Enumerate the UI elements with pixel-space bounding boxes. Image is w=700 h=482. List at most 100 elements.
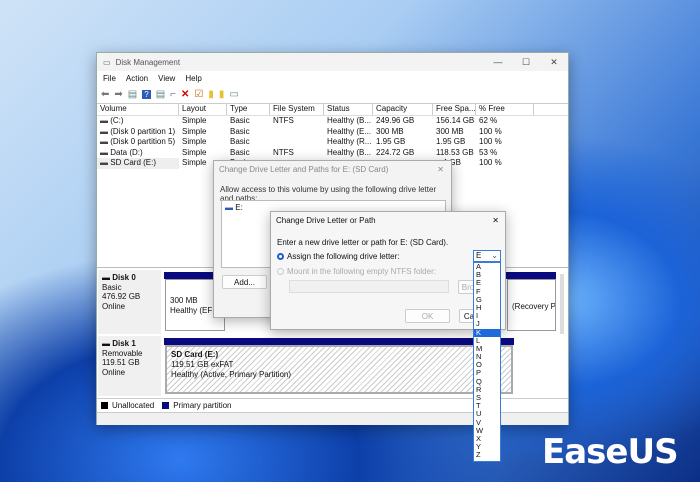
disk-0-label[interactable]: ▬ Disk 0 Basic 476.92 GB Online [98, 270, 161, 334]
close-button[interactable]: ✕ [540, 57, 568, 68]
table-cell: Simple [182, 126, 207, 136]
chevron-down-icon: ⌄ [491, 251, 498, 260]
volume-icon: ▬ [100, 126, 111, 136]
search-folder-icon[interactable]: ▮ [219, 89, 225, 100]
unallocated-swatch [101, 402, 108, 409]
close-icon[interactable]: ✕ [437, 161, 444, 179]
partition-status: (Recovery Pa [512, 302, 556, 311]
table-cell: ▬ (Disk 0 partition 5) [100, 137, 176, 146]
disk-type: Removable [102, 348, 143, 358]
easeus-logo: EaseUS [542, 432, 679, 472]
disk-state: Online [102, 301, 126, 311]
check-icon[interactable]: ☑ [194, 89, 203, 100]
table-cell: 53 % [479, 147, 498, 157]
close-icon[interactable]: ✕ [492, 212, 499, 230]
volume-icon: ▬ [100, 137, 111, 146]
properties-icon[interactable]: ▤ [156, 89, 165, 100]
disk-size: 476.92 GB [102, 292, 141, 301]
table-cell: Healthy (B... [327, 147, 372, 157]
maximize-button[interactable]: ☐ [512, 57, 540, 68]
forward-icon[interactable]: ➡ [114, 89, 122, 100]
table-cell: Healthy (B... [327, 116, 372, 125]
add-button[interactable]: Add... [222, 275, 267, 289]
table-cell [270, 137, 324, 148]
dialog-prompt: Enter a new drive letter or path for E: … [277, 238, 449, 247]
table-cell: Basic [230, 126, 250, 136]
table-cell: 1.95 GB [376, 137, 406, 146]
table-row[interactable]: ▬ (Disk 0 partition 5) Simple Basic Healthy… [97, 137, 568, 148]
primary-swatch [162, 402, 170, 409]
table-cell: Simple [182, 147, 207, 157]
console-tree-icon[interactable]: ▤ [128, 89, 137, 100]
disk-icon: ▭ [103, 57, 111, 67]
table-cell: 300 MB [436, 126, 464, 136]
minimize-button[interactable]: — [484, 57, 512, 68]
volume-table-header: Volume Layout Type File System Status Ca… [97, 104, 568, 116]
table-cell: ▬ (Disk 0 partition 1) [100, 126, 176, 136]
table-cell: 249.96 GB [376, 116, 415, 125]
new-folder-icon[interactable]: ▮ [208, 89, 214, 100]
dialog-title-bar: Change Drive Letter and Paths for E: (SD… [214, 161, 451, 179]
radio-unselected[interactable] [277, 268, 284, 275]
table-cell: 118.53 GB [436, 147, 474, 157]
change-drive-letter-dialog: Change Drive Letter or Path ✕ Enter a ne… [270, 211, 506, 330]
legend-primary: Primary partition [173, 401, 232, 410]
sd-card-partition[interactable]: SD Card (E:) 119.51 GB exFAT Healthy (Ac… [165, 345, 513, 394]
scrollbar[interactable] [560, 274, 564, 334]
disk-0-recovery-partition[interactable]: (Recovery Pa [507, 279, 556, 331]
title-bar: ▭ Disk Management — ☐ ✕ [97, 53, 568, 71]
col-free-space[interactable]: Free Spa... [433, 104, 476, 115]
disk-1-label[interactable]: ▬ Disk 1 Removable 119.51 GB Online [98, 336, 161, 396]
radio-selected[interactable] [277, 253, 284, 260]
back-icon[interactable]: ⬅ [101, 89, 109, 100]
col-capacity[interactable]: Capacity [373, 104, 433, 115]
col-status[interactable]: Status [324, 104, 373, 115]
table-cell: 224.72 GB [376, 147, 415, 157]
path-item[interactable]: E: [235, 203, 243, 212]
table-cell: 100 % [479, 158, 502, 167]
col-file-system[interactable]: File System [270, 104, 324, 115]
disk-state: Online [102, 367, 126, 377]
ok-button[interactable]: OK [405, 309, 450, 323]
menu-help[interactable]: Help [185, 74, 201, 83]
dropdown-option[interactable]: Z [474, 451, 500, 459]
volume-icon: ▬ [100, 158, 111, 167]
col-type[interactable]: Type [227, 104, 270, 115]
help-icon[interactable]: ? [142, 89, 151, 99]
table-cell: Simple [182, 116, 207, 125]
menu-file[interactable]: File [103, 74, 116, 83]
table-cell: Basic [230, 137, 250, 146]
table-cell: NTFS [273, 147, 294, 157]
table-cell: Basic [230, 116, 250, 125]
list-icon[interactable]: ▭ [229, 89, 238, 100]
drive-letter-select[interactable]: E ⌄ [473, 250, 501, 262]
folder-path-input[interactable] [289, 280, 449, 293]
table-row[interactable]: ▬ (Disk 0 partition 1) Simple Basic Healthy… [97, 127, 568, 138]
col-layout[interactable]: Layout [179, 104, 227, 115]
assign-letter-option[interactable]: Assign the following drive letter: [277, 252, 400, 261]
window-title: Disk Management [115, 57, 181, 67]
disk-name: Disk 1 [112, 339, 136, 348]
table-cell: ▬ SD Card (E:) [97, 158, 179, 169]
table-cell: Healthy (E... [327, 126, 372, 136]
dialog-title-bar: Change Drive Letter or Path ✕ [271, 212, 505, 230]
col-percent-free[interactable]: % Free [476, 104, 534, 115]
menu-action[interactable]: Action [126, 74, 148, 83]
menu-view[interactable]: View [158, 74, 175, 83]
table-cell: ▬ (C:) [100, 116, 124, 125]
table-cell: ▬ Data (D:) [100, 147, 143, 157]
menu-bar: File Action View Help [97, 71, 568, 85]
toolbar: ⬅ ➡ ▤ ? ▤ ⌐ ✕ ☑ ▮ ▮ ▭ [97, 85, 568, 104]
table-cell: Basic [230, 147, 250, 157]
drive-letter-dropdown-list[interactable]: ABEFGHIJKLMNOPQRSTUVWXYZ [473, 262, 501, 462]
table-row[interactable]: ▬ (C:) Simple Basic NTFS Healthy (B... 249.96… [97, 116, 568, 127]
table-cell: NTFS [273, 116, 294, 125]
table-row[interactable]: ▬ Data (D:) Simple Basic NTFS Healthy (B... 2… [97, 148, 568, 159]
connect-icon[interactable]: ⌐ [170, 89, 176, 100]
col-volume[interactable]: Volume [97, 104, 179, 115]
volume-icon: ▬ [100, 116, 111, 125]
partition-status: Healthy (Active, Primary Partition) [171, 370, 292, 379]
volume-icon: ▬ [100, 147, 111, 157]
delete-icon[interactable]: ✕ [181, 89, 189, 100]
mount-folder-option[interactable]: Mount in the following empty NTFS folder… [277, 267, 436, 276]
